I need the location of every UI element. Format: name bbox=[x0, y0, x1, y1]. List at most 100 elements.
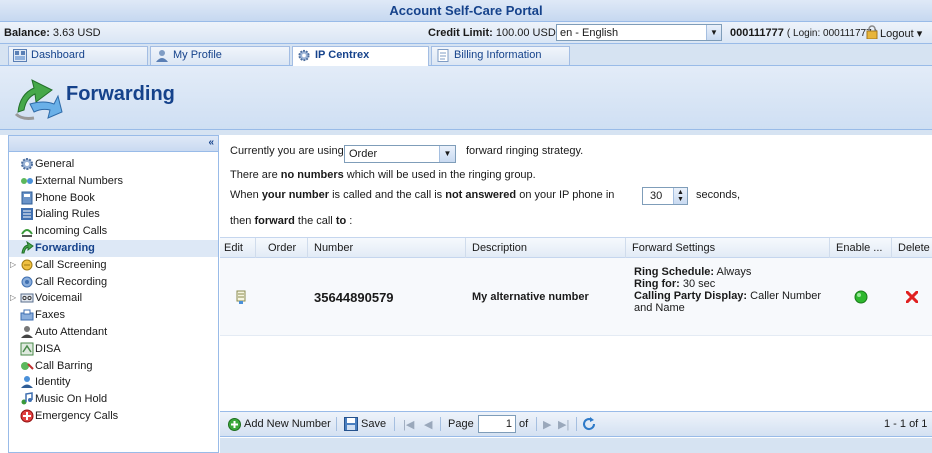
edit-icon[interactable] bbox=[236, 290, 246, 304]
grid-toolbar: Add New Number Save |◀ ◀ Page 1 of ▶ ▶| … bbox=[220, 411, 932, 437]
sidebar-item-label: Forwarding bbox=[35, 241, 95, 254]
sidebar-item-label: External Numbers bbox=[35, 174, 124, 187]
identity-icon bbox=[21, 376, 33, 389]
voicemail-icon bbox=[20, 293, 34, 303]
incoming-icon bbox=[21, 229, 33, 238]
enabled-status-icon[interactable] bbox=[854, 290, 868, 304]
sidebar-item-auto-attendant[interactable]: Auto Attendant bbox=[9, 324, 218, 341]
sidebar: « General External Numbers Phone Book Diali… bbox=[8, 135, 219, 453]
sidebar-item-label: Phone Book bbox=[35, 191, 95, 204]
row-forward-settings: Ring Schedule: Always Ring for: 30 sec C… bbox=[634, 266, 822, 314]
seconds-stepper[interactable]: 30 ▲ ▼ bbox=[642, 187, 688, 205]
sidebar-collapse: « bbox=[9, 136, 218, 152]
sidebar-item-label: Call Recording bbox=[35, 275, 108, 288]
refresh-icon[interactable] bbox=[582, 417, 596, 431]
sidebar-item-call-recording[interactable]: Call Recording bbox=[9, 274, 218, 291]
main-panel: Currently you are using Order ▼ forward … bbox=[220, 135, 932, 453]
sidebar-item-dialing-rules[interactable]: Dialing Rules bbox=[9, 206, 218, 223]
attendant-icon bbox=[21, 325, 33, 338]
save-button[interactable]: Save bbox=[361, 418, 386, 430]
strategy-line: Currently you are using Order ▼ forward … bbox=[230, 145, 932, 169]
sidebar-item-label: Voicemail bbox=[35, 292, 83, 305]
forwarding-icon bbox=[21, 240, 34, 254]
gear-icon bbox=[21, 158, 33, 170]
sidebar-item-label: Emergency Calls bbox=[35, 409, 119, 422]
col-description[interactable]: Description bbox=[466, 238, 626, 258]
rules-icon bbox=[21, 208, 33, 221]
screening-icon bbox=[21, 259, 33, 271]
account-info-bar: Balance: 3.63 USD Credit Limit: 100.00 U… bbox=[0, 22, 932, 44]
collapse-icon[interactable]: « bbox=[208, 137, 214, 148]
page-label: Page bbox=[448, 418, 474, 430]
network-icon bbox=[21, 177, 33, 184]
sidebar-item-phone-book[interactable]: Phone Book bbox=[9, 190, 218, 207]
expand-arrow-icon[interactable]: ▷ bbox=[10, 257, 16, 273]
sidebar-item-external-numbers[interactable]: External Numbers bbox=[9, 173, 218, 190]
strategy-select[interactable]: Order ▼ bbox=[344, 145, 456, 163]
dashboard-icon bbox=[13, 49, 27, 62]
sidebar-item-general[interactable]: General bbox=[9, 156, 218, 173]
logout-button[interactable]: Logout ▾ bbox=[880, 27, 922, 40]
col-number[interactable]: Number bbox=[308, 238, 466, 258]
delete-icon[interactable] bbox=[906, 291, 918, 303]
forwarding-grid: Edit Order Number Description Forward Se… bbox=[220, 237, 932, 411]
page-number-input[interactable]: 1 bbox=[478, 415, 516, 433]
page-title: Forwarding bbox=[66, 83, 175, 105]
sidebar-item-label: Identity bbox=[35, 376, 71, 389]
add-icon bbox=[228, 418, 241, 431]
sidebar-item-incoming-calls[interactable]: Incoming Calls bbox=[9, 223, 218, 240]
fax-icon bbox=[20, 309, 34, 321]
sidebar-nav: General External Numbers Phone Book Dialing… bbox=[9, 152, 218, 425]
sidebar-item-label: Call Barring bbox=[35, 359, 93, 372]
language-select[interactable]: en - English ▼ bbox=[556, 24, 722, 41]
timeout-line: When your number is called and the call … bbox=[230, 187, 741, 205]
profile-icon bbox=[156, 50, 168, 62]
sidebar-item-music-on-hold[interactable]: Music On Hold bbox=[9, 391, 218, 408]
portal-title: Account Self-Care Portal bbox=[0, 0, 932, 22]
sidebar-item-label: Call Screening bbox=[35, 258, 107, 271]
col-delete[interactable]: Delete bbox=[892, 238, 932, 258]
expand-arrow-icon[interactable]: ▷ bbox=[10, 290, 16, 306]
credit-limit: Credit Limit: 100.00 USD bbox=[428, 27, 556, 39]
tab-billing-information[interactable]: Billing Information bbox=[431, 46, 570, 65]
save-icon bbox=[344, 417, 358, 431]
first-page-icon[interactable]: |◀ bbox=[403, 418, 414, 431]
table-row[interactable]: 35644890579 My alternative number Ring S… bbox=[220, 258, 932, 336]
account-id: 000111777 ( Login: 000111777 ) bbox=[730, 27, 878, 39]
sidebar-item-faxes[interactable]: Faxes bbox=[9, 307, 218, 324]
col-enable[interactable]: Enable ... bbox=[830, 238, 892, 258]
last-page-icon[interactable]: ▶| bbox=[558, 418, 569, 431]
add-new-number-button[interactable]: Add New Number bbox=[244, 418, 331, 430]
forward-line: then forward the call to : bbox=[230, 215, 353, 227]
col-order[interactable]: Order bbox=[256, 238, 308, 258]
chevron-down-icon: ▼ bbox=[706, 25, 721, 40]
sidebar-item-label: Dialing Rules bbox=[35, 208, 100, 221]
disa-icon bbox=[20, 342, 34, 356]
page-header: Forwarding bbox=[0, 66, 932, 130]
numbers-line: There are no numbers which will be used … bbox=[230, 169, 536, 181]
tab-bar: Dashboard My Profile IP Centrex Billing … bbox=[0, 44, 932, 66]
sidebar-item-label: Auto Attendant bbox=[35, 325, 108, 338]
balance: Balance: 3.63 USD bbox=[4, 27, 101, 39]
gear-icon bbox=[298, 49, 310, 62]
sidebar-item-disa[interactable]: DISA bbox=[9, 341, 218, 358]
tab-my-profile[interactable]: My Profile bbox=[150, 46, 290, 65]
spinner-arrows-icon[interactable]: ▲ ▼ bbox=[673, 188, 687, 204]
sidebar-item-identity[interactable]: Identity bbox=[9, 374, 218, 391]
forwarding-icon bbox=[14, 79, 63, 120]
sidebar-item-forwarding[interactable]: Forwarding bbox=[9, 239, 218, 257]
emergency-icon bbox=[20, 409, 34, 423]
col-edit[interactable]: Edit bbox=[220, 238, 256, 258]
sidebar-item-label: Faxes bbox=[35, 309, 65, 322]
sidebar-item-emergency-calls[interactable]: Emergency Calls bbox=[9, 408, 218, 425]
tab-ip-centrex[interactable]: IP Centrex bbox=[292, 46, 429, 66]
next-page-icon[interactable]: ▶ bbox=[543, 418, 551, 431]
sidebar-item-call-screening[interactable]: ▷ Call Screening bbox=[9, 257, 218, 274]
row-description: My alternative number bbox=[472, 291, 589, 303]
sidebar-item-call-barring[interactable]: Call Barring bbox=[9, 358, 218, 375]
sidebar-item-voicemail[interactable]: ▷ Voicemail bbox=[9, 290, 218, 307]
sidebar-item-label: Incoming Calls bbox=[35, 225, 108, 238]
tab-dashboard[interactable]: Dashboard bbox=[8, 46, 148, 65]
prev-page-icon[interactable]: ◀ bbox=[424, 418, 432, 431]
col-forward-settings[interactable]: Forward Settings bbox=[626, 238, 830, 258]
